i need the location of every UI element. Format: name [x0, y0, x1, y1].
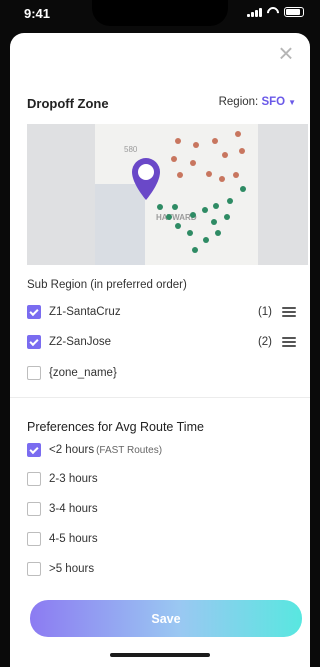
checkbox-unchecked[interactable] — [27, 472, 41, 486]
map-marker-red — [206, 171, 212, 177]
map-marker-green — [227, 198, 233, 204]
checkbox-unchecked[interactable] — [27, 366, 41, 380]
region-label: Region: — [218, 96, 259, 108]
region-value: SFO — [261, 96, 286, 108]
preferences-title: Preferences for Avg Route Time — [27, 420, 204, 434]
map-marker-red — [177, 172, 183, 178]
map-marker-green — [215, 230, 221, 236]
subregion-rank: (1) — [257, 306, 272, 318]
subregion-label: {zone_name} — [49, 367, 117, 379]
section-divider — [10, 397, 310, 398]
map-marker-green — [172, 204, 178, 210]
map-marker-green — [203, 237, 209, 243]
zone-map[interactable]: 580 HAYWARD — [27, 124, 308, 265]
map-marker-red — [190, 160, 196, 166]
battery-icon — [284, 7, 304, 17]
map-marker-green — [211, 219, 217, 225]
map-marker-red — [239, 148, 245, 154]
map-marker-green — [190, 212, 196, 218]
preference-label: >5 hours — [49, 563, 95, 575]
subregion-label: Z2-SanJose — [49, 336, 112, 348]
map-marker-green — [192, 247, 198, 253]
phone-frame: 9:41 × Dropoff Zone Region: SFO ▼ 580 HAY… — [0, 0, 320, 667]
map-marker-green — [213, 203, 219, 209]
map-left-shade — [27, 124, 95, 265]
subregion-label: Z1-SantaCruz — [49, 306, 121, 318]
map-marker-green — [202, 207, 208, 213]
map-marker-green — [240, 186, 246, 192]
checkbox-checked[interactable] — [27, 443, 41, 457]
preference-label: 2-3 hours — [49, 473, 98, 485]
region-selector[interactable]: Region: SFO ▼ — [219, 96, 296, 108]
signal-icon — [247, 7, 262, 17]
map-marker-red — [222, 152, 228, 158]
map-marker-red — [235, 131, 241, 137]
preference-label: <2 hours — [49, 444, 95, 456]
map-marker-green — [175, 223, 181, 229]
preference-sublabel: (FAST Routes) — [96, 444, 163, 456]
preference-option[interactable]: 4-5 hours — [27, 530, 296, 548]
map-marker-red — [233, 172, 239, 178]
checkbox-checked[interactable] — [27, 305, 41, 319]
preference-label: 4-5 hours — [49, 533, 98, 545]
save-button[interactable]: Save — [30, 600, 302, 637]
location-pin-icon — [132, 158, 160, 200]
notch — [92, 0, 228, 26]
map-marker-green — [157, 204, 163, 210]
checkbox-checked[interactable] — [27, 335, 41, 349]
map-marker-green — [166, 214, 172, 220]
wifi-icon — [266, 7, 280, 17]
map-marker-red — [193, 142, 199, 148]
checkbox-unchecked[interactable] — [27, 502, 41, 516]
subregion-item[interactable]: {zone_name} — [27, 364, 296, 382]
map-marker-green — [187, 230, 193, 236]
status-bar: 9:41 — [0, 0, 320, 30]
subregion-item[interactable]: Z2-SanJose (2) — [27, 333, 296, 351]
home-indicator — [110, 653, 210, 657]
preference-label: 3-4 hours — [49, 503, 98, 515]
preference-option[interactable]: 3-4 hours — [27, 500, 296, 518]
drag-handle-icon[interactable] — [282, 307, 296, 317]
modal-sheet: × Dropoff Zone Region: SFO▼ 580 HAYWARD — [10, 33, 310, 667]
subregion-title: Sub Region (in preferred order) — [27, 279, 187, 291]
preference-option[interactable]: <2 hours (FAST Routes) — [27, 441, 296, 459]
subregion-item[interactable]: Z1-SantaCruz (1) — [27, 303, 296, 321]
map-marker-red — [212, 138, 218, 144]
checkbox-unchecked[interactable] — [27, 562, 41, 576]
close-icon[interactable]: × — [276, 40, 296, 66]
map-marker-green — [224, 214, 230, 220]
map-marker-red — [219, 176, 225, 182]
subregion-rank: (2) — [257, 336, 272, 348]
status-time: 9:41 — [24, 6, 51, 21]
map-right-shade — [258, 124, 308, 265]
preference-option[interactable]: >5 hours — [27, 560, 296, 578]
map-marker-red — [171, 156, 177, 162]
preference-option[interactable]: 2-3 hours — [27, 470, 296, 488]
chevron-down-icon: ▼ — [288, 98, 296, 107]
drag-handle-icon[interactable] — [282, 337, 296, 347]
map-marker-red — [175, 138, 181, 144]
checkbox-unchecked[interactable] — [27, 532, 41, 546]
status-icons — [247, 7, 304, 17]
map-label-580: 580 — [124, 145, 138, 154]
